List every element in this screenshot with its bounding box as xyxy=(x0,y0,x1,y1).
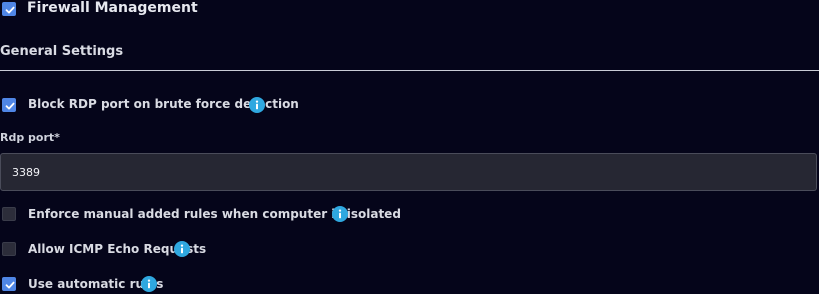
section-divider xyxy=(0,70,819,71)
checkmark-icon xyxy=(5,6,15,14)
info-icon[interactable] xyxy=(141,276,157,292)
section-heading-general-settings: General Settings xyxy=(0,44,124,59)
firewall-settings-panel: Firewall Management General Settings Blo… xyxy=(0,0,819,294)
firewall-management-checkbox[interactable] xyxy=(2,2,16,16)
use-automatic-rules-checkbox[interactable] xyxy=(2,277,16,291)
page-title: Firewall Management xyxy=(27,0,198,16)
checkmark-icon xyxy=(5,281,15,289)
rdp-port-label: Rdp port* xyxy=(0,131,60,144)
info-icon[interactable] xyxy=(332,206,348,222)
enforce-manual-rules-checkbox[interactable] xyxy=(2,207,16,221)
rdp-port-input[interactable] xyxy=(0,153,817,191)
block-rdp-checkbox[interactable] xyxy=(2,98,16,112)
checkmark-icon xyxy=(5,102,15,110)
info-icon[interactable] xyxy=(174,241,190,257)
allow-icmp-checkbox[interactable] xyxy=(2,242,16,256)
info-icon[interactable] xyxy=(249,97,265,113)
